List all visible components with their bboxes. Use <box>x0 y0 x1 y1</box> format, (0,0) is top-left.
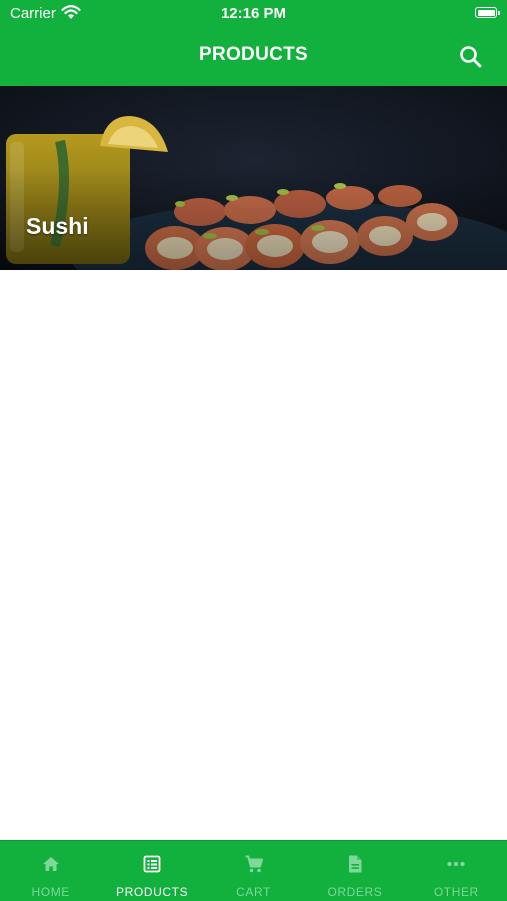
list-icon <box>143 855 161 873</box>
tab-home[interactable]: HOME <box>0 841 101 901</box>
tab-label: HOME <box>31 885 70 899</box>
status-time: 12:16 PM <box>220 5 287 22</box>
category-label: Sushi <box>26 213 89 239</box>
status-bar: Carrier 12:16 PM <box>0 0 507 28</box>
sushi-category-image <box>0 86 507 270</box>
category-card-sushi[interactable]: Sushi <box>0 86 507 270</box>
home-icon <box>42 857 59 871</box>
tab-label: CART <box>236 885 271 899</box>
tab-label: PRODUCTS <box>116 885 189 899</box>
page-title: PRODUCTS <box>198 44 308 65</box>
more-icon <box>447 861 466 867</box>
battery-icon <box>475 7 500 18</box>
tab-label: OTHER <box>433 885 479 899</box>
tab-cart[interactable]: CART <box>203 841 304 901</box>
tab-orders[interactable]: ORDERS <box>304 841 405 901</box>
document-icon <box>348 855 362 873</box>
tab-label: ORDERS <box>327 885 383 899</box>
tab-other[interactable]: OTHER <box>406 841 507 901</box>
search-button[interactable] <box>457 43 485 71</box>
app-bar: Carrier 12:16 PM PRODUCTS <box>0 0 507 86</box>
bottom-tab-bar: HOME PRODUCTS CART ORDERS OTHER <box>0 840 507 901</box>
cart-icon <box>245 855 263 873</box>
tab-products[interactable]: PRODUCTS <box>101 841 202 901</box>
search-icon <box>460 46 482 68</box>
